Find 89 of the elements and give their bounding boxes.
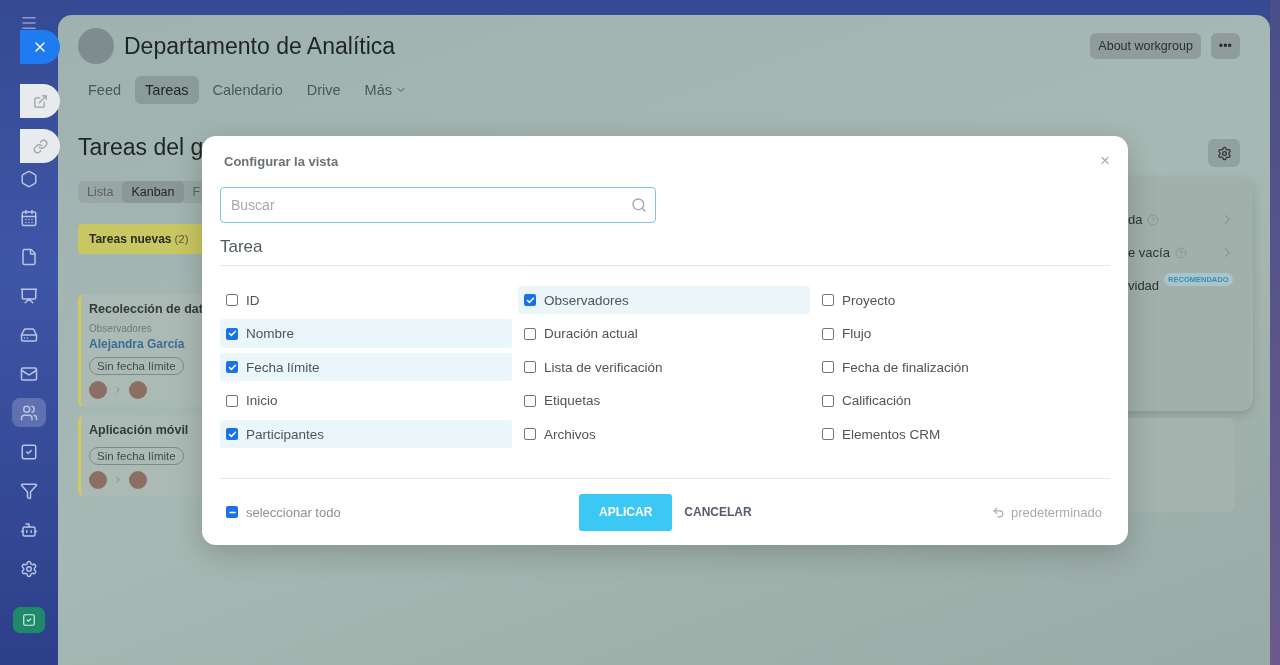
robot-icon xyxy=(20,520,38,539)
avatar xyxy=(89,471,107,489)
checkbox[interactable] xyxy=(226,327,238,340)
check-icon xyxy=(227,362,237,372)
tab[interactable]: Calendario xyxy=(202,76,293,104)
checkbox[interactable] xyxy=(226,506,238,519)
more-button[interactable]: ••• xyxy=(1210,33,1240,59)
cancel-button[interactable]: CANCELAR xyxy=(672,493,764,531)
select-all[interactable]: seleccionar todo xyxy=(226,504,579,520)
link-button[interactable] xyxy=(20,129,60,163)
checkbox[interactable] xyxy=(822,294,834,307)
tab[interactable]: Tareas xyxy=(135,76,199,104)
external-link-icon xyxy=(32,93,48,109)
link-icon xyxy=(32,138,48,154)
checkbox[interactable] xyxy=(822,428,834,441)
role-label: Observadores xyxy=(89,323,153,334)
view-tab[interactable]: Kanban xyxy=(122,181,184,203)
field-option[interactable]: Nombre xyxy=(220,319,512,348)
field-option[interactable]: Inicio xyxy=(220,386,512,415)
chevron-icon xyxy=(113,475,123,485)
checkbox[interactable] xyxy=(524,327,536,340)
search-field[interactable]: Buscar xyxy=(220,187,656,223)
field-option[interactable]: Fecha límite xyxy=(220,352,512,382)
menu-item[interactable]: vidad xyxy=(1128,278,1160,293)
check-icon xyxy=(525,295,535,305)
field-option[interactable]: Elementos CRM xyxy=(816,419,1108,449)
field-option[interactable]: Calificación xyxy=(816,386,1108,415)
drive-icon xyxy=(20,325,38,344)
about-button[interactable]: About workgroup xyxy=(1090,33,1201,59)
checkbox[interactable] xyxy=(524,294,536,307)
tab[interactable]: Drive xyxy=(296,76,351,104)
field-option[interactable]: Lista de verificación xyxy=(518,352,810,382)
checkbox[interactable] xyxy=(822,394,834,407)
column-title: Tareas nuevas xyxy=(89,232,172,246)
people-icon xyxy=(20,403,38,422)
app-icon[interactable] xyxy=(13,607,45,633)
search-icon xyxy=(631,197,647,213)
check-icon xyxy=(227,329,237,339)
checkbox[interactable] xyxy=(524,394,536,407)
menu-icon[interactable] xyxy=(20,14,38,32)
checkbox[interactable] xyxy=(822,361,834,374)
workgroup-title: Departamento de Analítica xyxy=(124,32,397,60)
card-title: Aplicación móvil xyxy=(89,423,190,437)
tab[interactable]: Más xyxy=(354,76,417,104)
field-option[interactable]: Etiquetas xyxy=(518,386,810,415)
avatar xyxy=(89,381,107,399)
field-option[interactable]: Observadores xyxy=(518,285,810,315)
field-option[interactable]: Flujo xyxy=(816,319,1108,348)
checkbox[interactable] xyxy=(822,327,834,340)
section-title: Tarea xyxy=(220,236,1110,266)
presentation-icon xyxy=(20,286,38,305)
hexagon-icon xyxy=(20,169,38,188)
menu-item[interactable]: da xyxy=(1128,212,1143,227)
open-button[interactable] xyxy=(20,84,60,118)
checkbox[interactable] xyxy=(226,361,238,374)
page-title: Tareas del g xyxy=(78,134,204,161)
menu-item[interactable]: e vacía xyxy=(1128,245,1170,260)
checkbox-icon xyxy=(20,442,38,461)
settings-button[interactable] xyxy=(1208,139,1240,167)
photo-placeholder xyxy=(78,28,114,64)
field-option[interactable]: Participantes xyxy=(220,419,512,449)
checkbox[interactable] xyxy=(226,428,238,441)
settings-icon xyxy=(20,559,38,578)
settings-icon xyxy=(1216,145,1232,161)
field-option[interactable]: Proyecto xyxy=(816,285,1108,315)
checkbox[interactable] xyxy=(226,394,238,407)
checkbox-icon xyxy=(22,613,36,627)
checkbox[interactable] xyxy=(524,361,536,374)
chevron-icon xyxy=(113,385,123,395)
field-option[interactable]: Archivos xyxy=(518,419,810,449)
file-icon xyxy=(20,247,38,266)
card-title: Recolección de dat xyxy=(89,302,204,316)
field-option[interactable]: ID xyxy=(220,285,512,315)
avatar xyxy=(129,471,147,489)
calendar-icon xyxy=(20,208,38,227)
check-icon xyxy=(227,429,237,439)
mail-icon xyxy=(20,364,38,383)
checkbox[interactable] xyxy=(524,428,536,441)
avatar xyxy=(129,381,147,399)
checkbox[interactable] xyxy=(226,294,238,307)
dialog-title: Configurar la vista xyxy=(224,153,339,169)
funnel-icon xyxy=(20,481,38,500)
column-count: (2) xyxy=(174,233,189,245)
tab[interactable]: Feed xyxy=(78,76,132,104)
field-option[interactable]: Duración actual xyxy=(518,319,810,348)
field-option[interactable]: Fecha de finalización xyxy=(816,352,1108,382)
people-button[interactable] xyxy=(12,398,46,427)
undo-icon xyxy=(991,505,1005,519)
close-button[interactable] xyxy=(20,30,60,64)
